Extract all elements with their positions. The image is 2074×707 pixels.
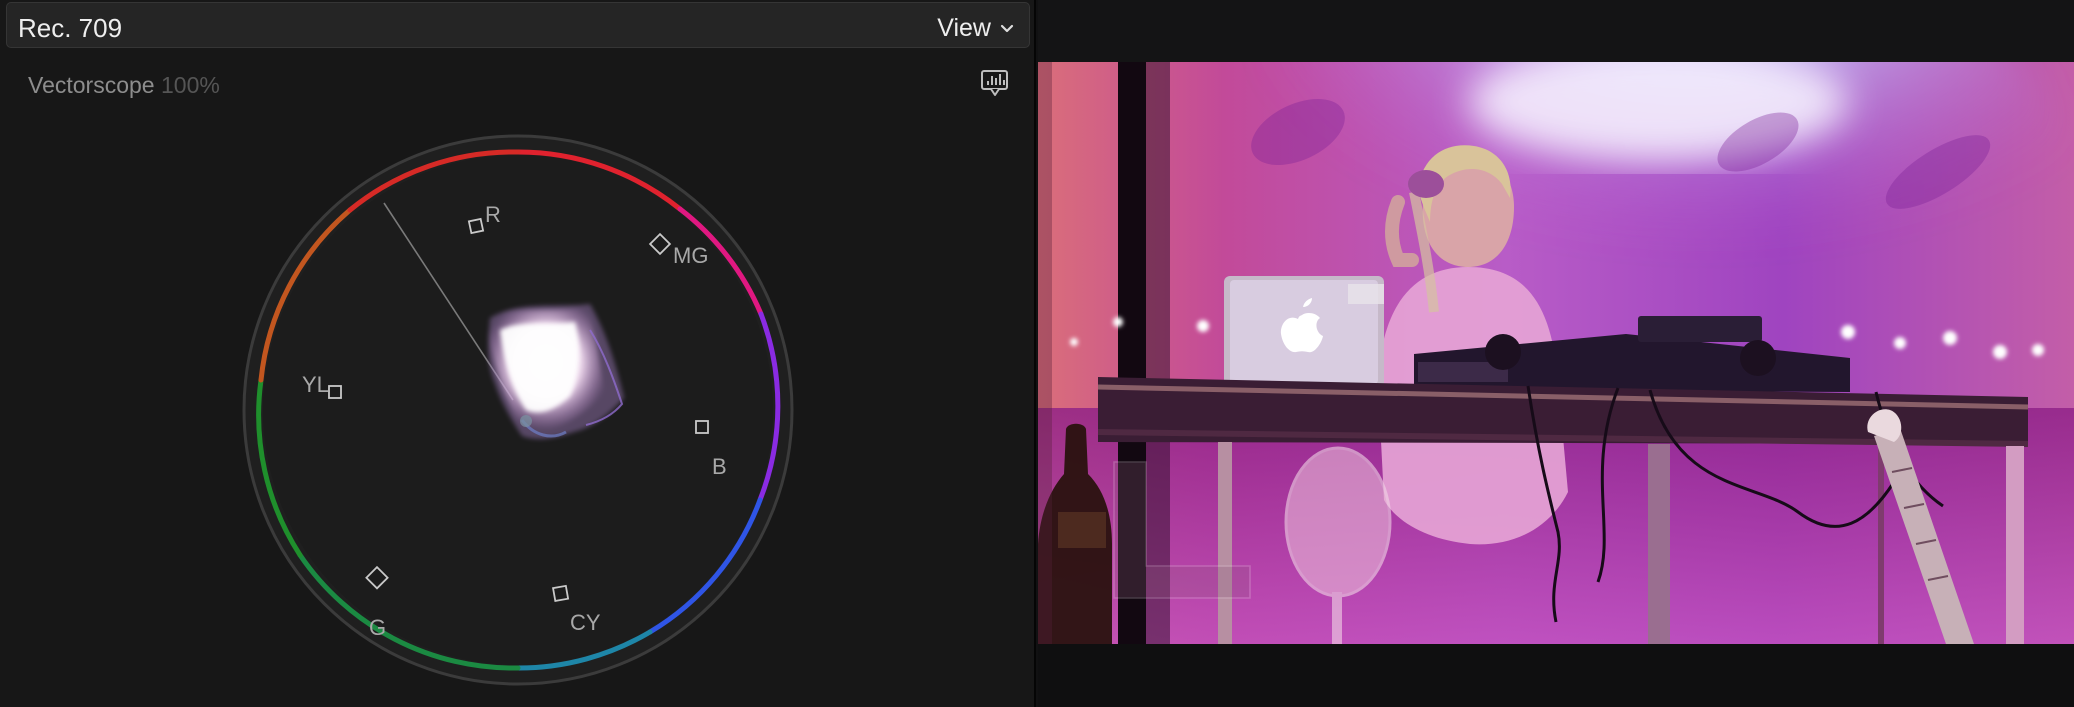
target-label-b: B [712,454,727,479]
viewer-top-bar [1038,0,2074,62]
viewer-panel [1038,0,2074,707]
target-label-g: G [369,615,386,640]
target-label-mg: MG [673,243,708,268]
target-label-r: R [485,202,501,227]
laptop [1224,276,1384,388]
vectorscope-panel: Rec. 709 View Vectorscope 100% R MG YL B… [0,0,1036,707]
video-frame[interactable] [1038,62,2074,644]
target-label-yl: YL [302,372,329,397]
target-label-cy: CY [570,610,601,635]
left-edge-shade [1038,62,1052,644]
vectorscope-graph: R MG YL B G CY [242,134,794,686]
video-frame-image [1038,62,2074,644]
